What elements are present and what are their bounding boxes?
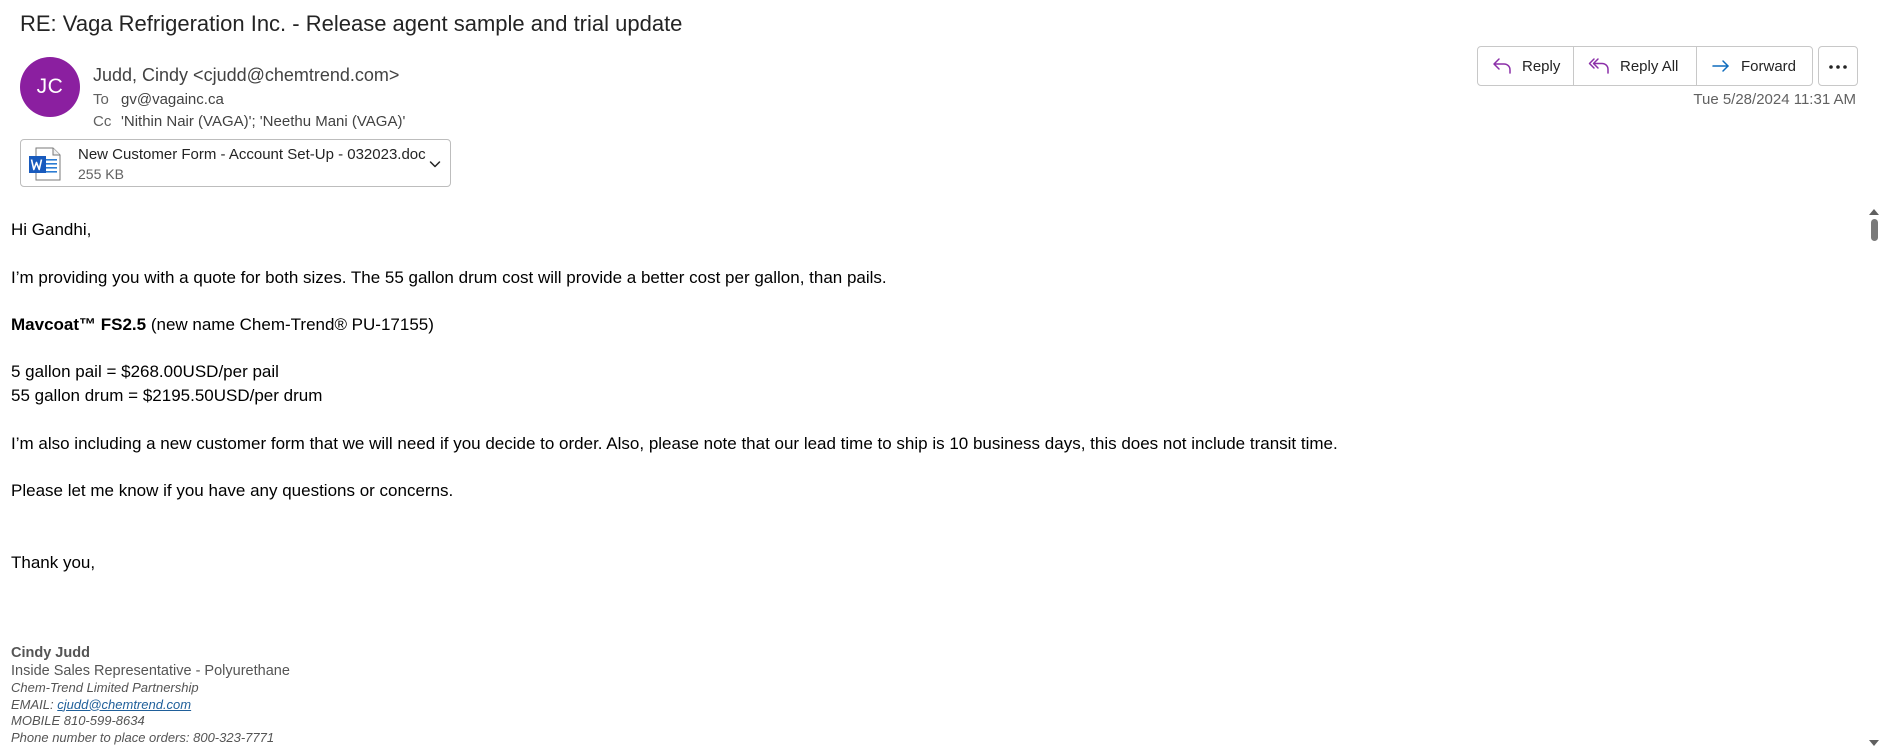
- to-label: To: [93, 91, 109, 108]
- attachment-size: 255 KB: [78, 166, 124, 182]
- body-paragraph: Please let me know if you have any quest…: [11, 481, 454, 500]
- cc-recipients[interactable]: 'Nithin Nair (VAGA)'; 'Neethu Mani (VAGA…: [121, 113, 405, 130]
- product-line: Mavcoat™ FS2.5 (new name Chem-Trend® PU-…: [11, 313, 1851, 337]
- scrollbar-thumb[interactable]: [1871, 219, 1878, 241]
- signature-email-link[interactable]: cjudd@chemtrend.com: [57, 697, 191, 712]
- cc-label: Cc: [93, 113, 112, 130]
- to-row: To gv@vagainc.ca: [93, 91, 224, 108]
- reply-label: Reply: [1522, 57, 1561, 75]
- reply-all-icon: [1588, 57, 1610, 75]
- body-paragraph: I’m also including a new customer form t…: [11, 434, 1338, 453]
- message-body: Hi Gandhi, I’m providing you with a quot…: [11, 218, 1851, 575]
- sender-name[interactable]: Judd, Cindy <cjudd@chemtrend.com>: [93, 65, 399, 86]
- signature-title: Inside Sales Representative - Polyuretha…: [11, 663, 290, 679]
- attachment-card[interactable]: New Customer Form - Account Set-Up - 032…: [20, 139, 451, 187]
- vertical-scrollbar[interactable]: [1866, 200, 1882, 748]
- subject-line: RE: Vaga Refrigeration Inc. - Release ag…: [20, 11, 683, 36]
- product-note: (new name Chem-Trend® PU-17155): [146, 315, 434, 334]
- cc-row: Cc 'Nithin Nair (VAGA)'; 'Neethu Mani (VA…: [93, 113, 405, 130]
- reply-button[interactable]: Reply: [1478, 47, 1574, 85]
- more-actions-button[interactable]: [1818, 46, 1858, 86]
- timestamp: Tue 5/28/2024 11:31 AM: [1693, 91, 1856, 108]
- greeting: Hi Gandhi,: [11, 220, 92, 239]
- reply-all-button[interactable]: Reply All: [1574, 47, 1697, 85]
- closing: Thank you,: [11, 553, 96, 572]
- signature-email-label: EMAIL:: [11, 696, 58, 712]
- word-document-icon: [27, 146, 63, 187]
- price-line: 5 gallon pail = $268.00USD/per pail: [11, 362, 279, 381]
- forward-label: Forward: [1741, 57, 1797, 75]
- chevron-down-icon[interactable]: [428, 157, 442, 176]
- signature-orders-phone: Phone number to place orders: 800-323-77…: [11, 729, 275, 745]
- reply-all-label: Reply All: [1620, 57, 1679, 75]
- signature: Cindy Judd Inside Sales Representative -…: [11, 644, 290, 746]
- product-name: Mavcoat™ FS2.5: [11, 315, 147, 334]
- message-actions: Reply Reply All Forward: [1477, 46, 1813, 86]
- signature-mobile: MOBILE 810-599-8634: [11, 713, 145, 728]
- forward-icon: [1711, 57, 1731, 75]
- price-line: 55 gallon drum = $2195.50USD/per drum: [11, 386, 323, 405]
- avatar[interactable]: JC: [20, 57, 80, 117]
- ellipsis-icon: [1828, 57, 1848, 75]
- to-recipient[interactable]: gv@vagainc.ca: [121, 91, 224, 108]
- signature-company: Chem-Trend Limited Partnership: [11, 680, 199, 695]
- scroll-down-arrow-icon[interactable]: [1869, 734, 1879, 752]
- forward-button[interactable]: Forward: [1697, 47, 1812, 85]
- attachment-name: New Customer Form - Account Set-Up - 032…: [78, 146, 426, 163]
- body-paragraph: I’m providing you with a quote for both …: [11, 268, 887, 287]
- reply-icon: [1492, 57, 1512, 75]
- signature-email-row: EMAIL: cjudd@chemtrend.com: [11, 697, 290, 714]
- signature-name: Cindy Judd: [11, 645, 90, 661]
